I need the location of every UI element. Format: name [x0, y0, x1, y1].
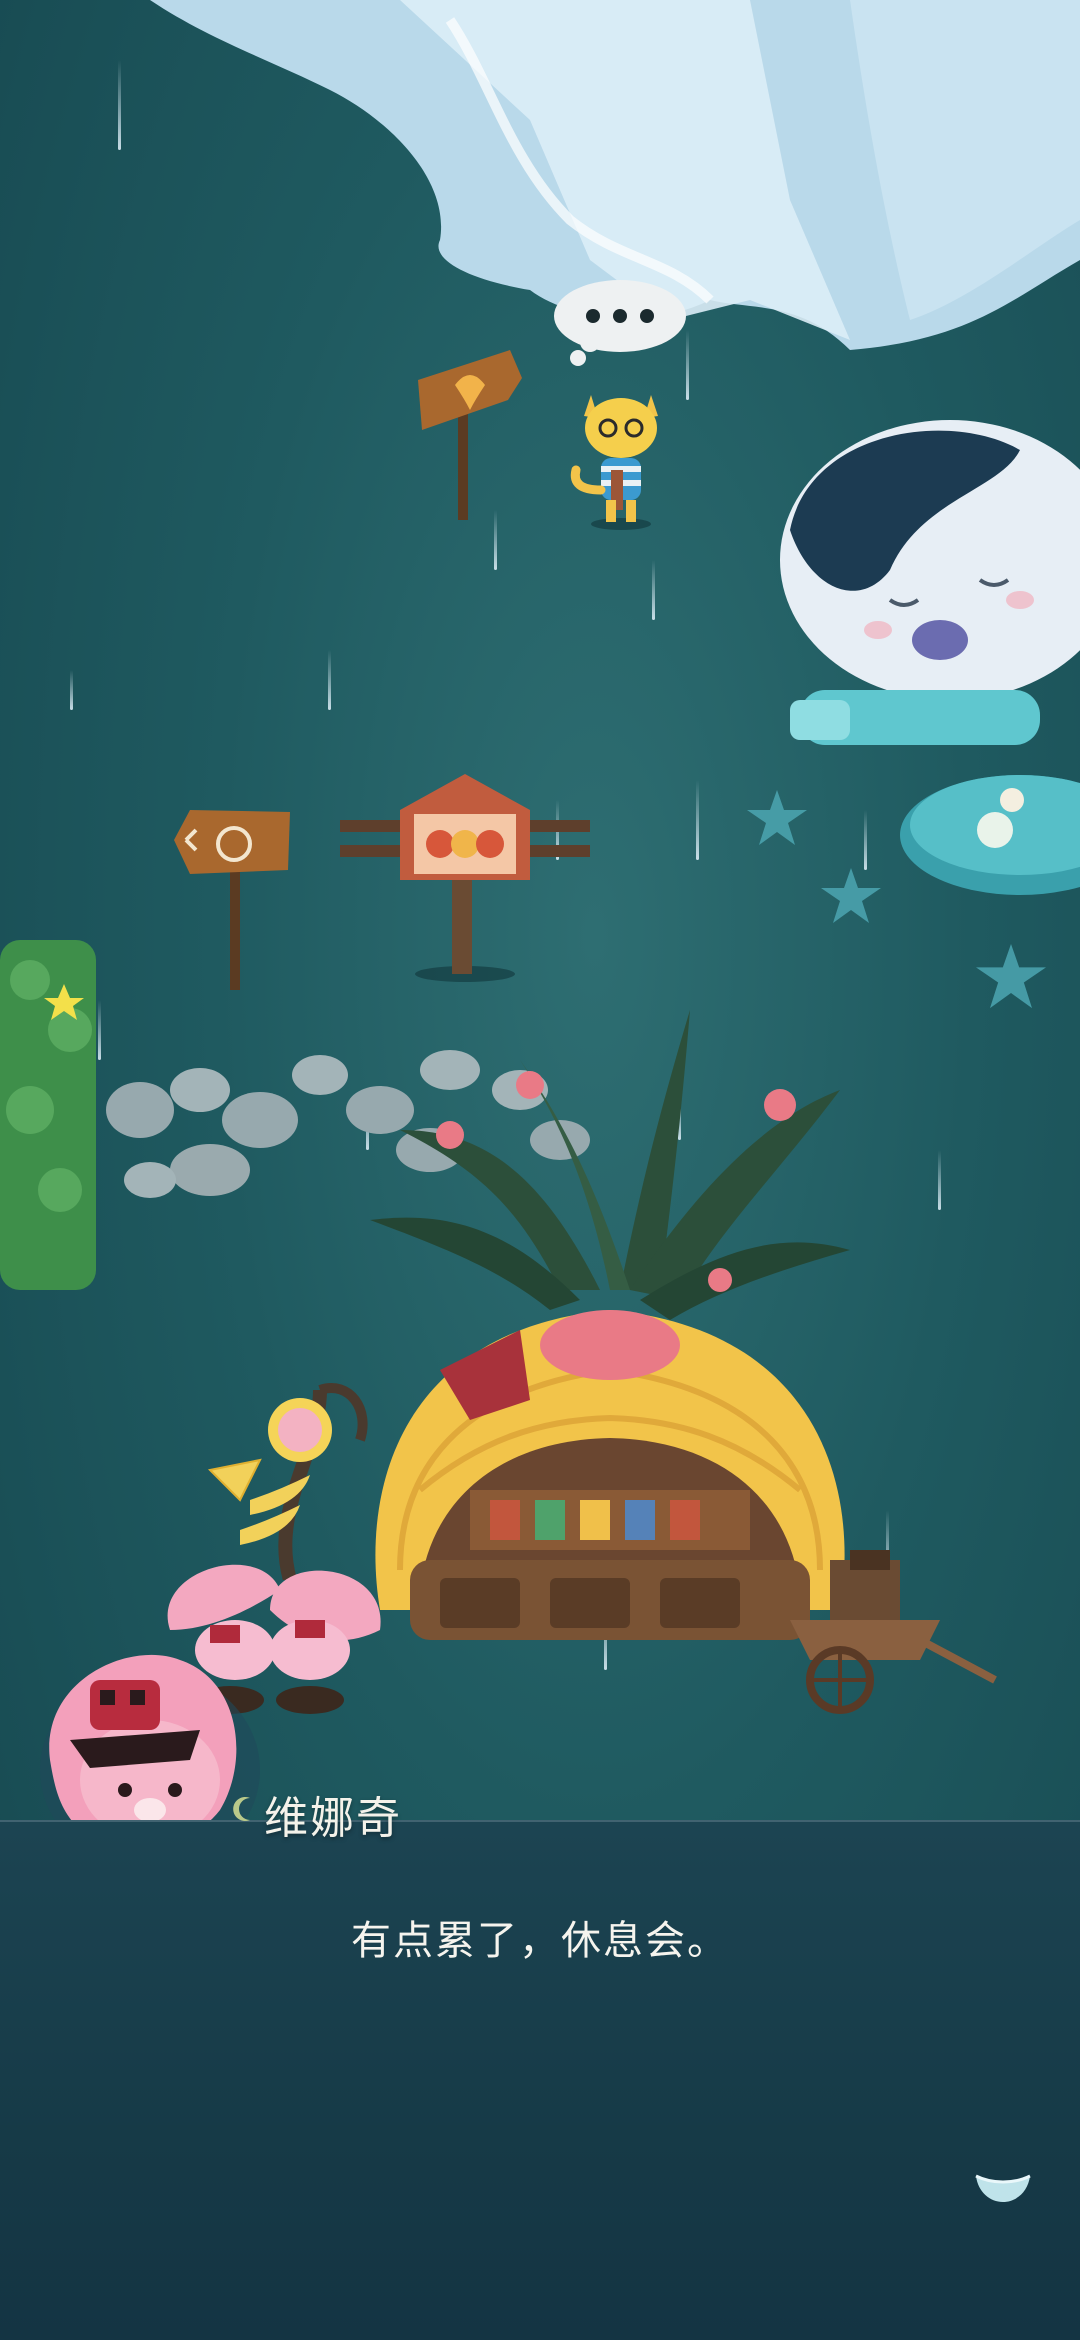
banana-lamp-post — [207, 1383, 368, 1580]
crescent-moon-icon — [233, 1797, 250, 1821]
star-decoration — [976, 944, 1046, 1009]
rain-streak — [864, 810, 867, 870]
sleeping-spirit — [780, 420, 1080, 745]
rain-streak — [118, 60, 121, 150]
rain-streak — [652, 560, 655, 620]
thought-bubble — [554, 280, 686, 366]
rain-streak — [938, 1150, 941, 1210]
signpost-left[interactable] — [170, 800, 300, 990]
star-decoration — [747, 790, 807, 845]
rain-streak — [70, 670, 73, 710]
notice-board[interactable] — [340, 770, 590, 990]
chevron-down-icon[interactable] — [972, 2170, 1034, 2206]
teal-table — [900, 775, 1080, 895]
rain-streak — [328, 650, 331, 710]
cat-character[interactable] — [556, 380, 676, 530]
dialogue-text: 有点累了，休息会。 — [351, 1918, 729, 1964]
dialogue-panel[interactable] — [0, 1820, 1080, 2340]
signpost-upper[interactable] — [410, 330, 530, 520]
game-scene[interactable]: 维娜奇 有点累了，休息会。 — [0, 0, 1080, 2340]
speaker-name: 维娜奇 — [264, 1793, 402, 1844]
pineapple-shop[interactable] — [360, 970, 860, 1650]
rain-streak — [696, 780, 699, 860]
star-decoration — [821, 868, 881, 923]
wooden-cart[interactable] — [780, 1550, 1000, 1720]
